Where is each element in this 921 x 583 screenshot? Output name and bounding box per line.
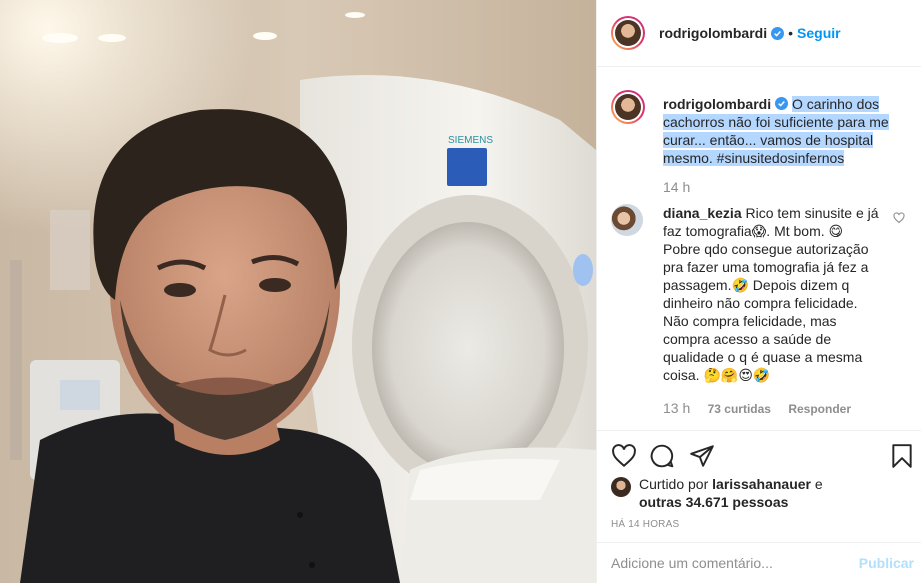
- likes-text: Curtido por larissahanauer e outras 34.6…: [639, 475, 823, 511]
- post-image: SIEMENS: [0, 0, 596, 583]
- commenter-avatar[interactable]: [611, 204, 643, 236]
- post-sidebar: rodrigolombardi • Seguir rodrigolombardi…: [596, 0, 921, 583]
- heart-icon[interactable]: [611, 443, 637, 469]
- likes-others[interactable]: outras 34.671 pessoas: [639, 494, 788, 510]
- comment-username[interactable]: diana_kezia: [663, 205, 742, 221]
- verified-icon: [775, 97, 789, 110]
- liked-by-prefix: Curtido por: [639, 476, 709, 492]
- comment-text-block: diana_kezia Rico tem sinusite e já faz t…: [663, 204, 881, 384]
- comment-likes[interactable]: 73 curtidas: [708, 402, 771, 416]
- verified-icon: [771, 26, 785, 40]
- caption-time: 14 h: [663, 179, 691, 195]
- liker-username[interactable]: larissahanauer: [712, 476, 811, 492]
- post-photo[interactable]: SIEMENS: [0, 0, 596, 583]
- comments-list[interactable]: rodrigolombardi O carinho dos cachorros …: [597, 68, 921, 430]
- bookmark-icon[interactable]: [891, 443, 913, 469]
- heart-small-icon[interactable]: [893, 212, 905, 224]
- comment-meta: 13 h 73 curtidas Responder: [663, 400, 865, 416]
- liker-avatar[interactable]: [611, 477, 631, 497]
- caption-avatar[interactable]: [611, 90, 645, 124]
- caption-username[interactable]: rodrigolombardi: [663, 96, 771, 112]
- post-timestamp[interactable]: HÁ 14 HORAS: [611, 519, 679, 530]
- siemens-logo: SIEMENS: [448, 135, 493, 146]
- comment-text: Rico tem sinusite e já faz tomografia😱. …: [663, 205, 879, 383]
- comment-box: Adicione um comentário... Publicar: [597, 542, 921, 583]
- comment-icon[interactable]: [649, 443, 675, 469]
- action-icons: [611, 443, 913, 469]
- follow-button[interactable]: Seguir: [797, 25, 841, 41]
- comment-input[interactable]: Adicione um comentário...: [611, 555, 773, 571]
- publish-button[interactable]: Publicar: [859, 555, 914, 571]
- comment-time: 13 h: [663, 400, 691, 416]
- share-icon[interactable]: [689, 443, 715, 469]
- author-username[interactable]: rodrigolombardi: [659, 25, 767, 41]
- reply-button[interactable]: Responder: [788, 402, 851, 416]
- post-header: rodrigolombardi • Seguir: [597, 0, 921, 67]
- post-actions: Curtido por larissahanauer e outras 34.6…: [597, 430, 921, 583]
- separator-dot: •: [788, 25, 794, 41]
- author-avatar[interactable]: [611, 16, 645, 50]
- caption-text-block: rodrigolombardi O carinho dos cachorros …: [663, 95, 909, 167]
- liked-by-and: e: [814, 476, 823, 492]
